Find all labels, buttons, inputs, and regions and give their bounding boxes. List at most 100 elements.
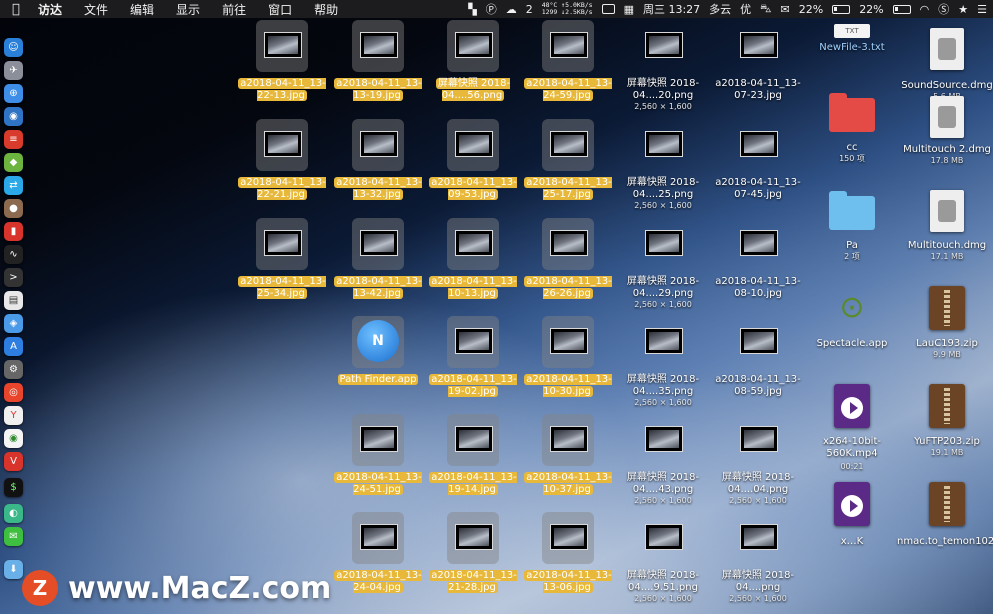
- desktop-file[interactable]: a2018-04-11_13-22-13.jpg: [232, 18, 332, 114]
- desktop-file[interactable]: a2018-04-11_13-13-06.jpg: [518, 510, 618, 606]
- app-chart-icon[interactable]: ▮: [4, 222, 23, 241]
- desktop-file[interactable]: SoundSource.dmg 5.6 MB: [897, 22, 993, 102]
- desktop-file[interactable]: a2018-04-11_13-24-04.jpg: [328, 510, 428, 606]
- network-monitor[interactable]: 48°C ↑5.0KB/s 1299 ↓2.5KB/s: [542, 2, 593, 16]
- desktop-file[interactable]: nmac.to_temon102.zip: [897, 480, 993, 560]
- desktop-file[interactable]: Multitouch 2.dmg 17.8 MB: [897, 92, 993, 172]
- desktop-file[interactable]: TXT NewFile-3.txt: [802, 22, 902, 62]
- downloads-folder-icon[interactable]: ⬇: [4, 560, 23, 579]
- desktop-file[interactable]: a2018-04-11_13-26-26.jpg: [518, 216, 618, 312]
- system-preferences-icon[interactable]: ⚙: [4, 360, 23, 379]
- clock[interactable]: 周三 13:27: [643, 1, 700, 17]
- desktop-file[interactable]: a2018-04-11_13-13-42.jpg: [328, 216, 428, 312]
- wifi-icon[interactable]: ◠: [920, 3, 930, 16]
- battery-icon-1[interactable]: [832, 4, 851, 14]
- image-thumbnail: [550, 230, 588, 256]
- desktop-file[interactable]: LauC193.zip 9.9 MB: [897, 284, 993, 364]
- vivaldi-icon[interactable]: V: [4, 452, 23, 471]
- yandex-icon[interactable]: Y: [4, 406, 23, 425]
- app-red-icon[interactable]: ≡: [4, 130, 23, 149]
- menu-help[interactable]: 帮助: [314, 1, 338, 18]
- activity-monitor-icon[interactable]: ∿: [4, 245, 23, 264]
- menu-view[interactable]: 显示: [176, 1, 200, 18]
- app-blue-icon[interactable]: ◈: [4, 314, 23, 333]
- desktop-file[interactable]: a2018-04-11_13-21-28.jpg: [423, 510, 523, 606]
- desktop-file[interactable]: a2018-04-11_13-08-10.jpg: [708, 216, 808, 312]
- desktop-file[interactable]: x…K: [802, 480, 902, 550]
- android-icon[interactable]: ◆: [4, 153, 23, 172]
- desktop-file[interactable]: a2018-04-11_13-07-23.jpg: [708, 18, 808, 114]
- desktop-file[interactable]: a2018-04-11_13-10-30.jpg: [518, 314, 618, 410]
- apple-menu-icon[interactable]: : [12, 2, 26, 17]
- desktop-file[interactable]: a2018-04-11_13-07-45.jpg: [708, 117, 808, 213]
- file-label: SoundSource.dmg: [901, 80, 993, 91]
- wechat-dock-icon[interactable]: ✉: [4, 527, 23, 546]
- desktop-file[interactable]: 屏幕快照 2018-04....9.51.png 2,560 × 1,600: [613, 510, 713, 606]
- app-store-icon[interactable]: A: [4, 337, 23, 356]
- file-label: a2018-04-11_13-13-42.jpg: [334, 276, 422, 299]
- desktop-file[interactable]: 屏幕快照 2018-04....20.png 2,560 × 1,600: [613, 18, 713, 114]
- launchpad-icon[interactable]: ✈: [4, 61, 23, 80]
- desktop-file[interactable]: a2018-04-11_13-25-17.jpg: [518, 117, 618, 213]
- air-quality[interactable]: 优: [740, 1, 751, 17]
- desktop-folder[interactable]: cc 150 项: [802, 92, 902, 172]
- car-icon[interactable]: ⛍: [760, 2, 771, 17]
- app-teal-icon[interactable]: ◐: [4, 504, 23, 523]
- menu-file[interactable]: 文件: [84, 1, 108, 18]
- image-thumbnail: [740, 230, 778, 256]
- screen-share-icon[interactable]: ⇄: [4, 176, 23, 195]
- desktop-file[interactable]: YuFTP203.zip 19.1 MB: [897, 382, 993, 462]
- menu-window[interactable]: 窗口: [268, 1, 292, 18]
- desktop-file[interactable]: a2018-04-11_13-09-53.jpg: [423, 117, 523, 213]
- desktop-folder[interactable]: Pa 2 项: [802, 190, 902, 270]
- battery-icon-2[interactable]: [892, 4, 911, 14]
- app-orange-icon[interactable]: ◎: [4, 383, 23, 402]
- battery-percent-2[interactable]: 22%: [859, 3, 883, 16]
- desktop-file[interactable]: a2018-04-11_13-19-02.jpg: [423, 314, 523, 410]
- desktop-file[interactable]: a2018-04-11_13-08-59.jpg: [708, 314, 808, 410]
- menu-edit[interactable]: 编辑: [130, 1, 154, 18]
- menu-list-icon[interactable]: ☰: [977, 3, 987, 16]
- terminal-2-icon[interactable]: $: [4, 478, 23, 497]
- desktop-file[interactable]: a2018-04-11_13-24-51.jpg: [328, 412, 428, 508]
- s-icon[interactable]: Ⓢ: [938, 1, 949, 17]
- safari-icon[interactable]: ⊕: [4, 84, 23, 103]
- desktop-file[interactable]: 屏幕快照 2018-04....43.png 2,560 × 1,600: [613, 412, 713, 508]
- battery-percent-1[interactable]: 22%: [799, 3, 823, 16]
- pocket-icon[interactable]: Ⓟ: [486, 1, 497, 17]
- chrome-icon[interactable]: ◉: [4, 429, 23, 448]
- desktop-file[interactable]: a2018-04-11_13-22-21.jpg: [232, 117, 332, 213]
- wechat-small-icon[interactable]: ✉: [781, 3, 790, 16]
- star-icon[interactable]: ★: [958, 3, 968, 16]
- app-switcher-icon[interactable]: ▚: [468, 3, 476, 16]
- app-white-icon[interactable]: ▤: [4, 291, 23, 310]
- desktop-file[interactable]: N Path Finder.app: [328, 314, 428, 410]
- desktop-file[interactable]: a2018-04-11_13-19-14.jpg: [423, 412, 523, 508]
- desktop-file[interactable]: 屏幕快照 2018-04....25.png 2,560 × 1,600: [613, 117, 713, 213]
- display-icon[interactable]: [601, 4, 615, 14]
- desktop-file[interactable]: 屏幕快照 2018-04....29.png 2,560 × 1,600: [613, 216, 713, 312]
- desktop-file[interactable]: a2018-04-11_13-13-32.jpg: [328, 117, 428, 213]
- desktop-file[interactable]: 屏幕快照 2018-04....04.png 2,560 × 1,600: [708, 412, 808, 508]
- desktop-file[interactable]: x264-10bit-560K.mp4 00:21: [802, 382, 902, 472]
- desktop-file[interactable]: 屏幕快照 2018-04....35.png 2,560 × 1,600: [613, 314, 713, 410]
- preview-icon[interactable]: ◉: [4, 107, 23, 126]
- desktop-app[interactable]: ⊙ Spectacle.app: [802, 286, 902, 356]
- grid-icon[interactable]: ▦: [624, 3, 634, 16]
- finder-icon[interactable]: ☺: [4, 38, 23, 57]
- desktop-file[interactable]: a2018-04-11_13-10-13.jpg: [423, 216, 523, 312]
- desktop-file[interactable]: a2018-04-11_13-13-19.jpg: [328, 18, 428, 114]
- app-brown-icon[interactable]: ●: [4, 199, 23, 218]
- desktop-file[interactable]: Multitouch.dmg 17.1 MB: [897, 186, 993, 266]
- desktop-file[interactable]: a2018-04-11_13-24-59.jpg: [518, 18, 618, 114]
- wechat-icon[interactable]: ☁: [506, 3, 517, 16]
- desktop-file[interactable]: a2018-04-11_13-10-37.jpg: [518, 412, 618, 508]
- desktop-file[interactable]: a2018-04-11_13-25-34.jpg: [232, 216, 332, 312]
- menu-go[interactable]: 前往: [222, 1, 246, 18]
- terminal-icon[interactable]: >: [4, 268, 23, 287]
- menu-app-finder[interactable]: 访达: [38, 1, 62, 18]
- desktop-file[interactable]: 屏幕快照 2018-04....56.png: [423, 18, 523, 114]
- weather[interactable]: 多云: [709, 1, 731, 17]
- desktop-file[interactable]: 屏幕快照 2018-04....png 2,560 × 1,600: [708, 510, 808, 606]
- folder-label: Pa: [846, 240, 858, 251]
